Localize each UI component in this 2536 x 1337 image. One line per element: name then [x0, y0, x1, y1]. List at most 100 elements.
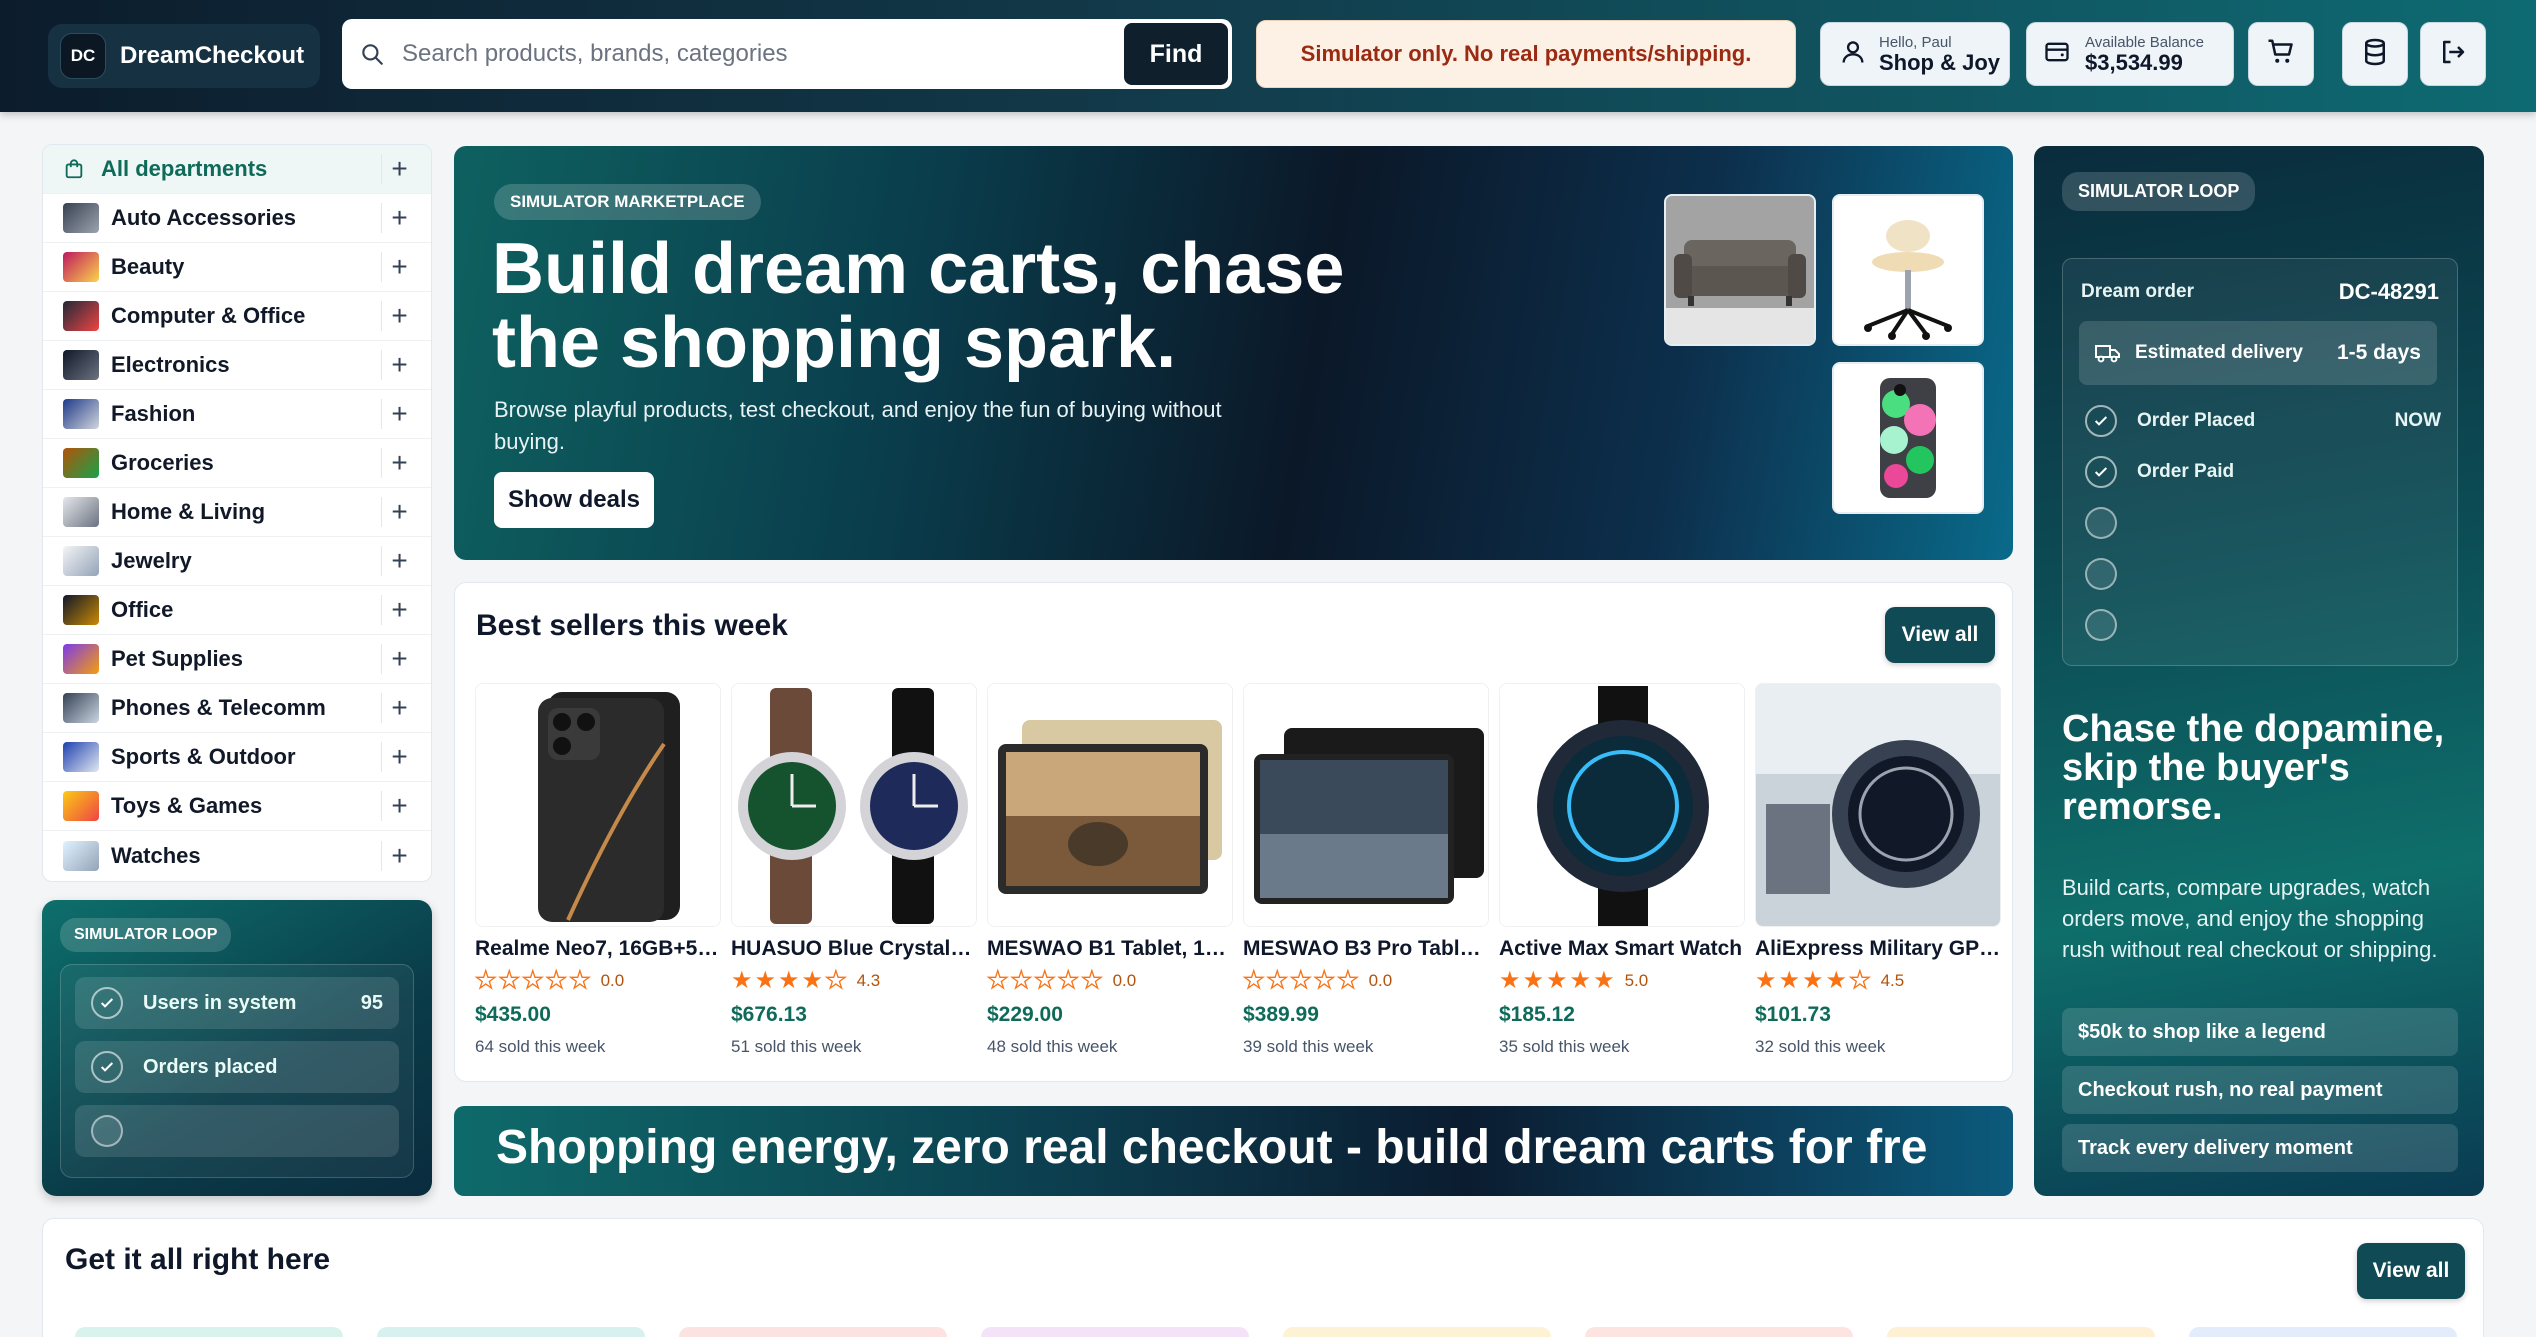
expand-icon[interactable]: +	[381, 742, 417, 772]
sidebar-item-fashion[interactable]: Fashion +	[43, 390, 431, 439]
star-empty-icon: ★	[498, 967, 521, 994]
sidebar-item-home-living[interactable]: Home & Living +	[43, 488, 431, 537]
expand-icon[interactable]: +	[381, 252, 417, 282]
sidebar-item-toys-games[interactable]: Toys & Games +	[43, 782, 431, 831]
view-all-categories-button[interactable]: View all	[2357, 1243, 2465, 1299]
product-rating: ★ ★ ★ ★ ★ 4.3	[731, 968, 977, 993]
category-card[interactable]	[1585, 1327, 1853, 1337]
timeline-step: Order Placed NOW	[2085, 405, 2441, 437]
step-time: NOW	[2394, 410, 2441, 431]
sidebar-item-office[interactable]: Office +	[43, 586, 431, 635]
sidebar-item-computer-office[interactable]: Computer & Office +	[43, 292, 431, 341]
balance-button[interactable]: Available Balance $3,534.99	[2026, 22, 2234, 86]
product-name[interactable]: Realme Neo7, 16GB+512GB	[475, 937, 721, 961]
pending-circle-icon	[2085, 558, 2117, 590]
expand-icon[interactable]: +	[381, 693, 417, 723]
sidebar-item-label: Watches	[111, 842, 201, 868]
product-image[interactable]	[1499, 683, 1745, 927]
product-image[interactable]	[987, 683, 1233, 927]
rating-value: 4.5	[1880, 971, 1905, 990]
logout-button[interactable]	[2420, 22, 2486, 86]
star-empty-icon: ★	[1010, 967, 1033, 994]
view-all-bestsellers-button[interactable]: View all	[1885, 607, 1995, 663]
product-rating: ★ ★ ★ ★ ★ 5.0	[1499, 969, 1745, 993]
product-name[interactable]: MESWAO B3 Pro Tablet, 15.6 inch	[1243, 937, 1489, 961]
product-card[interactable]: HUASUO Blue Crystal Steel Watch ★★★★★4.3…	[731, 683, 977, 1063]
sidebar-item-label: Electronics	[111, 352, 230, 377]
category-card[interactable]	[377, 1327, 645, 1337]
stat-orders: Orders placed	[75, 1041, 399, 1093]
top-header: DC DreamCheckout Find Simulator only. No…	[0, 0, 2536, 112]
category-card[interactable]	[75, 1327, 343, 1337]
step-label: Order Placed	[2137, 410, 2256, 431]
search-input[interactable]	[402, 40, 1124, 68]
category-card[interactable]	[1283, 1327, 1551, 1337]
expand-icon[interactable]: +	[381, 301, 417, 331]
expand-icon[interactable]: +	[381, 203, 417, 233]
product-price: $676.13	[731, 1003, 807, 1026]
expand-icon[interactable]: +	[381, 399, 417, 429]
sidebar-item-sports-outdoor[interactable]: Sports & Outdoor +	[43, 733, 431, 782]
sidebar-item-beauty[interactable]: Beauty +	[43, 243, 431, 292]
expand-icon[interactable]: +	[381, 497, 417, 527]
expand-icon[interactable]: +	[381, 840, 417, 871]
sidebar-item-phones-telecomm[interactable]: Phones & Telecomm +	[43, 684, 431, 733]
product-image[interactable]	[475, 683, 721, 927]
sidebar-item-label: Phones & Telecomm	[111, 695, 326, 720]
product-sold-count: 39 sold this week	[1243, 1037, 1374, 1056]
expand-icon[interactable]: +	[381, 350, 417, 380]
cart-button[interactable]	[2248, 22, 2314, 86]
product-name[interactable]: AliExpress Military GPS Watch	[1755, 937, 2001, 961]
sidebar-item-jewelry[interactable]: Jewelry +	[43, 537, 431, 586]
category-card[interactable]	[679, 1327, 947, 1337]
product-image[interactable]	[1755, 683, 2001, 927]
product-card[interactable]: Realme Neo7, 16GB+512GB ★★★★★0.0 $435.00…	[474, 683, 721, 1063]
step-label: Order Paid	[2137, 461, 2235, 482]
product-card[interactable]: MESWAO B1 Tablet, 14.1 inch ★★★★★0.0 $22…	[986, 683, 1233, 1063]
sidebar-item-electronics[interactable]: Electronics +	[43, 341, 431, 390]
star-filled-icon: ★	[1499, 967, 1521, 994]
stat-users: Users in system 95	[75, 977, 399, 1029]
department-sidebar: All departments + Auto Accessories + Bea…	[42, 144, 432, 882]
product-card[interactable]: MESWAO B3 Pro Tablet, 15.6 inch ★★★★★0.0…	[1242, 683, 1489, 1063]
expand-icon[interactable]: +	[381, 448, 417, 478]
category-thumbnail	[63, 644, 99, 674]
product-card[interactable]: AliExpress Military GPS Watch ★★★★★4.5 $…	[1755, 683, 2001, 1063]
hero-product-phone-case[interactable]	[1832, 362, 1984, 514]
sidebar-item-all-departments[interactable]: All departments +	[43, 145, 431, 194]
star-empty-icon: ★	[1057, 967, 1080, 994]
best-sellers-title: Best sellers this week	[476, 609, 788, 642]
sidebar-item-groceries[interactable]: Groceries +	[43, 439, 431, 488]
product-name[interactable]: HUASUO Blue Crystal Steel Watch	[731, 937, 977, 961]
product-sold-count: 51 sold this week	[731, 1037, 862, 1056]
hero-badge: SIMULATOR MARKETPLACE	[494, 184, 761, 220]
simulator-loop-badge: SIMULATOR LOOP	[2062, 172, 2256, 211]
sidebar-item-watches[interactable]: Watches +	[43, 831, 431, 880]
hero-product-stool[interactable]	[1832, 194, 1984, 346]
product-image[interactable]	[731, 683, 977, 927]
category-card[interactable]	[981, 1327, 1249, 1337]
hero-product-sofa[interactable]	[1664, 194, 1816, 346]
order-id: DC-48291	[2338, 279, 2439, 304]
find-button[interactable]: Find	[1124, 23, 1228, 85]
show-deals-button[interactable]: Show deals	[494, 472, 654, 528]
expand-icon[interactable]: +	[381, 595, 417, 625]
expand-icon[interactable]: +	[381, 644, 417, 674]
account-button[interactable]: Hello, Paul Shop & Joy	[1820, 22, 2010, 86]
category-card[interactable]	[1887, 1327, 2155, 1337]
database-button[interactable]	[2342, 22, 2408, 86]
product-name[interactable]: Active Max Smart Watch	[1499, 937, 1745, 961]
category-card[interactable]	[2189, 1327, 2457, 1337]
product-card[interactable]: Active Max Smart Watch ★ ★ ★ ★ ★ 5.0 $185.12 …	[1499, 683, 1745, 1063]
search-bar: Find	[342, 19, 1232, 89]
sidebar-item-pet-supplies[interactable]: Pet Supplies +	[43, 635, 431, 684]
sidebar-item-auto-accessories[interactable]: Auto Accessories +	[43, 194, 431, 243]
expand-icon[interactable]: +	[381, 154, 417, 184]
product-image[interactable]	[1243, 683, 1489, 927]
expand-icon[interactable]: +	[381, 546, 417, 576]
product-name[interactable]: MESWAO B1 Tablet, 14.1 inch	[987, 937, 1233, 961]
expand-icon[interactable]: +	[381, 791, 417, 821]
star-empty-icon: ★	[545, 967, 568, 994]
product-sold-count: 64 sold this week	[475, 1037, 606, 1056]
logo[interactable]: DC DreamCheckout	[48, 24, 320, 88]
